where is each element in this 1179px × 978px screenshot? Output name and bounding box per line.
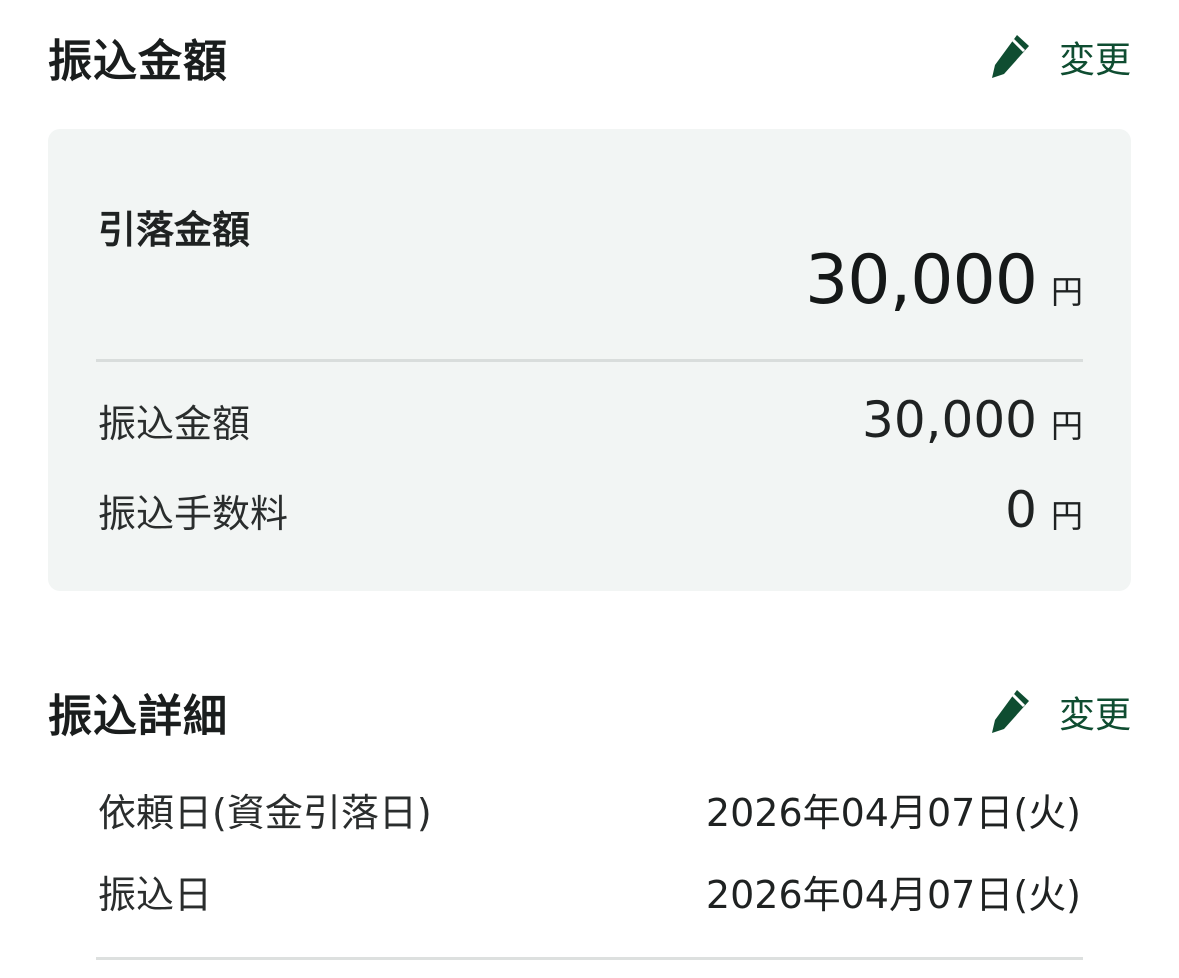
transfer-fee-row-value: 0 円 (1005, 481, 1083, 539)
transfer-amount-row-value: 30,000 円 (862, 391, 1083, 449)
transfer-details-title: 振込詳細 (48, 691, 228, 742)
transfer-details-header: 振込詳細 変更 (48, 677, 1131, 747)
transfer-amount-header: 振込金額 変更 (48, 22, 1131, 92)
transfer-amount-row-unit: 円 (1050, 407, 1083, 445)
edit-transfer-amount-button[interactable]: 変更 (987, 31, 1131, 83)
debit-amount-label: 引落金額 (98, 208, 251, 252)
transfer-amount-title: 振込金額 (48, 36, 228, 87)
request-date-row: 依頼日(資金引落日) 2026年04月07日(火) (98, 782, 1081, 837)
transfer-fee-row: 振込手数料 0 円 (98, 481, 1083, 539)
card-divider (96, 359, 1083, 362)
transfer-date-row: 振込日 2026年04月07日(火) (98, 864, 1081, 919)
edit-label: 変更 (1058, 40, 1131, 81)
details-divider (96, 957, 1083, 960)
pencil-icon (987, 687, 1033, 737)
transfer-fee-row-unit: 円 (1050, 497, 1083, 535)
transfer-date-value: 2026年04月07日(火) (705, 873, 1081, 917)
amount-card: 引落金額 30,000 円 振込金額 30,000 円 振込手数料 0 円 (48, 129, 1131, 591)
debit-amount: 30,000 円 (805, 241, 1083, 320)
request-date-value: 2026年04月07日(火) (705, 791, 1081, 835)
edit-label: 変更 (1058, 695, 1131, 736)
transfer-date-label: 振込日 (98, 873, 213, 917)
debit-amount-unit: 円 (1050, 273, 1083, 311)
transfer-amount-row-label: 振込金額 (98, 402, 251, 446)
debit-amount-value: 30,000 (805, 241, 1038, 320)
transfer-fee-row-label: 振込手数料 (98, 492, 289, 536)
transfer-amount-row: 振込金額 30,000 円 (98, 391, 1083, 449)
transfer-amount-row-number: 30,000 (862, 391, 1037, 449)
transfer-fee-row-number: 0 (1005, 481, 1037, 539)
pencil-icon (987, 32, 1033, 82)
request-date-label: 依頼日(資金引落日) (98, 791, 432, 835)
edit-transfer-details-button[interactable]: 変更 (987, 686, 1131, 738)
